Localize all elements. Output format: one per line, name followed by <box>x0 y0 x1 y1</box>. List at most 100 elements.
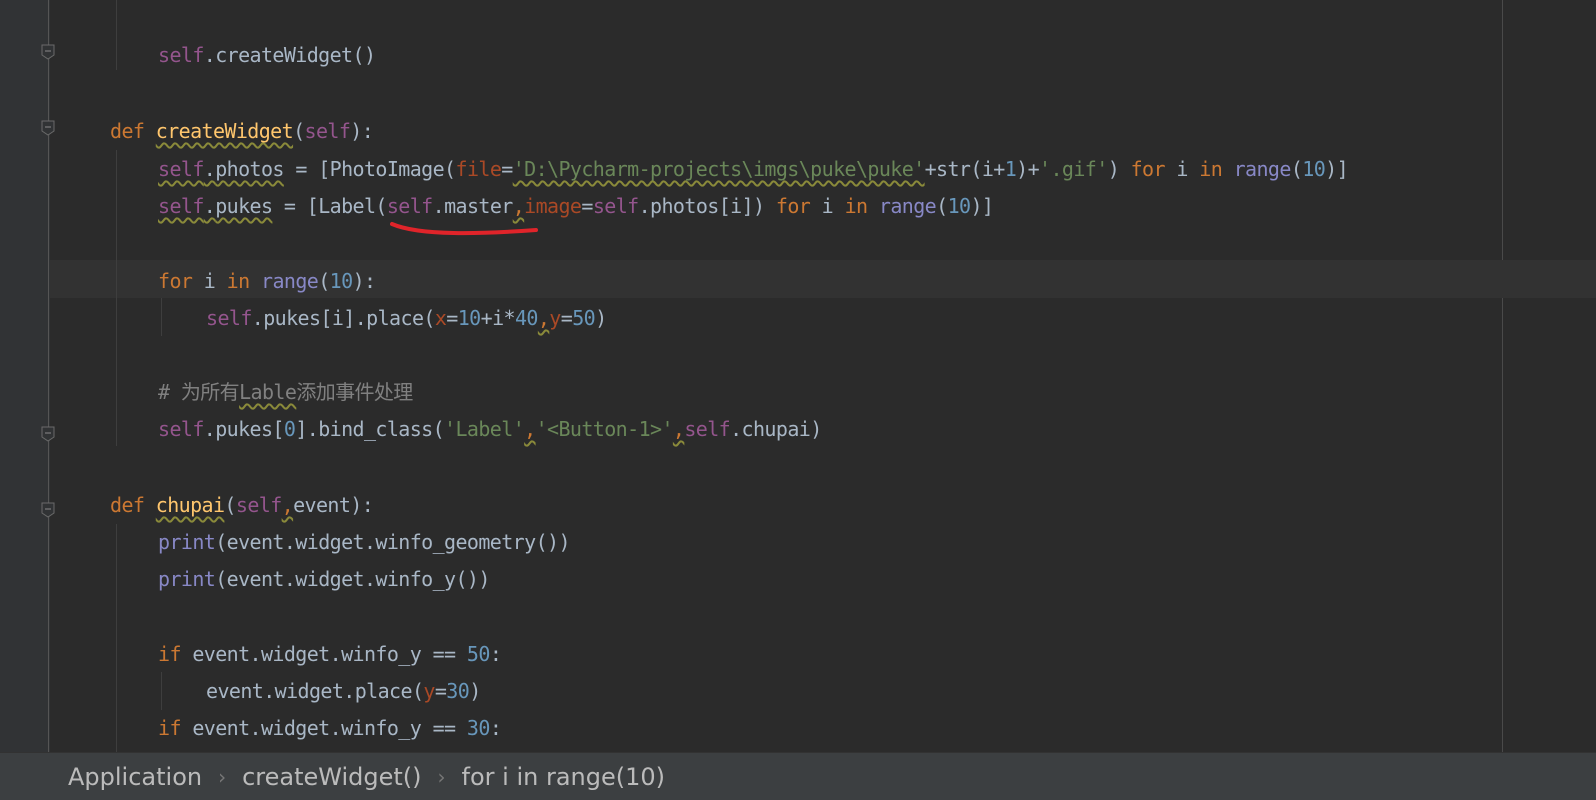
code-token: , <box>672 417 685 441</box>
code-token: ): <box>350 119 374 143</box>
code-token: ) <box>1107 157 1131 181</box>
code-token: Lable <box>239 380 297 404</box>
code-comment[interactable]: # 为所有Lable添加事件处理 <box>158 373 413 411</box>
code-token: 40 <box>514 306 538 330</box>
code-token: .pukes[ <box>203 417 285 441</box>
breadcrumb-item-createwidget[interactable]: createWidget() <box>242 763 421 791</box>
code-token: +i* <box>480 306 516 330</box>
breadcrumb-item-application[interactable]: Application <box>68 763 202 791</box>
code-token: .pukes[i].place( <box>251 306 436 330</box>
code-token: 'D:\Pycharm-projects\imgs\puke\puke' <box>512 157 925 181</box>
indent-guide <box>116 0 117 70</box>
code-token: : <box>489 642 502 666</box>
code-token: def <box>110 119 156 143</box>
code-token: range <box>1233 157 1292 181</box>
code-line[interactable]: self.createWidget() <box>158 36 376 74</box>
code-token: createWidget <box>155 119 294 143</box>
code-line[interactable]: self.pukes = [Label(self.master,image=se… <box>158 187 994 225</box>
code-token: (event.widget.winfo_y()) <box>215 567 490 591</box>
code-line[interactable]: event.widget.place(y=30) <box>206 672 481 710</box>
code-token: )] <box>970 194 994 218</box>
code-token: in <box>844 194 868 218</box>
code-token: range <box>261 269 319 293</box>
code-token: 0 <box>283 417 296 441</box>
gutter-divider <box>48 0 49 752</box>
code-token: # 为所有 <box>158 380 240 404</box>
code-token: self <box>684 417 731 441</box>
code-token: = <box>446 306 458 330</box>
code-token: 50 <box>466 642 490 666</box>
code-token: range <box>878 194 937 218</box>
code-line[interactable]: print(event.widget.winfo_y()) <box>158 560 490 598</box>
fold-icon[interactable] <box>39 502 57 518</box>
code-token: = <box>560 306 573 330</box>
code-token: ( <box>224 493 236 517</box>
code-line[interactable]: self.pukes[i].place(x=10+i*40,y=50) <box>206 299 607 337</box>
code-token: self <box>158 157 204 181</box>
code-line[interactable]: for i in range(10): <box>158 262 376 300</box>
code-token: 30 <box>446 679 470 703</box>
code-line[interactable]: print(event.widget.winfo_geometry()) <box>158 523 570 561</box>
code-token: self <box>304 119 351 143</box>
code-token: 1 <box>1004 157 1017 181</box>
code-token: x <box>434 306 447 330</box>
code-line[interactable]: def chupai(self,event): <box>110 486 374 524</box>
indent-guide <box>161 298 162 336</box>
code-token: = [PhotoImage( <box>283 157 456 181</box>
code-token: self <box>158 43 204 67</box>
code-token: i <box>810 194 845 218</box>
code-line[interactable]: def createWidget(self): <box>110 112 374 150</box>
indent-guide <box>161 672 162 710</box>
code-token: if <box>158 642 181 666</box>
code-token: , <box>512 194 525 218</box>
code-token: '.gif' <box>1039 157 1108 181</box>
fold-icon[interactable] <box>39 44 57 60</box>
code-token: if <box>158 716 181 740</box>
code-token: 50 <box>572 306 596 330</box>
code-token: 10 <box>1302 157 1326 181</box>
code-line[interactable]: if event.widget.winfo_y == 50: <box>158 635 502 673</box>
code-token: = <box>501 157 513 181</box>
code-token: 添加事件处理 <box>296 380 413 404</box>
code-token: y <box>423 679 435 703</box>
code-token: def <box>110 493 156 517</box>
red-underline-annotation <box>390 222 538 236</box>
code-token: event.widget.winfo_y == <box>180 642 467 666</box>
code-line[interactable]: if event.widget.winfo_y == 30: <box>158 709 502 747</box>
code-token: .createWidget() <box>203 43 376 67</box>
code-token: ) <box>469 679 481 703</box>
code-token: 'Label' <box>444 417 525 441</box>
code-token: '<Button-1>' <box>535 417 674 441</box>
code-token: self <box>386 194 433 218</box>
code-token: photos <box>215 157 284 181</box>
fold-icon[interactable] <box>39 120 57 136</box>
code-token: , <box>524 417 536 441</box>
code-token: (event.widget.winfo_geometry()) <box>215 530 570 554</box>
code-editor[interactable]: self.createWidget() def createWidget(sel… <box>0 0 1596 752</box>
code-token: : <box>489 716 502 740</box>
code-line[interactable]: self.pukes[0].bind_class('Label','<Butto… <box>158 410 822 448</box>
code-token: image <box>524 194 582 218</box>
code-token: . <box>203 157 216 181</box>
code-token: for <box>775 194 811 218</box>
code-token: pukes <box>215 194 273 218</box>
indent-guide <box>116 524 117 752</box>
code-token: , <box>537 306 550 330</box>
code-token: 10 <box>947 194 971 218</box>
code-token: . <box>203 194 216 218</box>
code-line[interactable]: self.photos = [PhotoImage(file='D:\Pycha… <box>158 150 1349 188</box>
fold-icon[interactable] <box>39 426 57 442</box>
breadcrumb: Application › createWidget() › for i in … <box>0 752 1596 800</box>
code-token: ): <box>352 269 376 293</box>
breadcrumb-item-for-loop[interactable]: for i in range(10) <box>462 763 665 791</box>
code-token: = [Label( <box>272 194 388 218</box>
code-token: 30 <box>466 716 490 740</box>
code-token: )+ <box>1016 157 1040 181</box>
code-token: self <box>206 306 252 330</box>
code-token: self <box>235 493 282 517</box>
breadcrumb-separator-icon: › <box>218 764 227 789</box>
right-margin-guide <box>1502 0 1503 752</box>
code-token: in <box>226 269 250 293</box>
